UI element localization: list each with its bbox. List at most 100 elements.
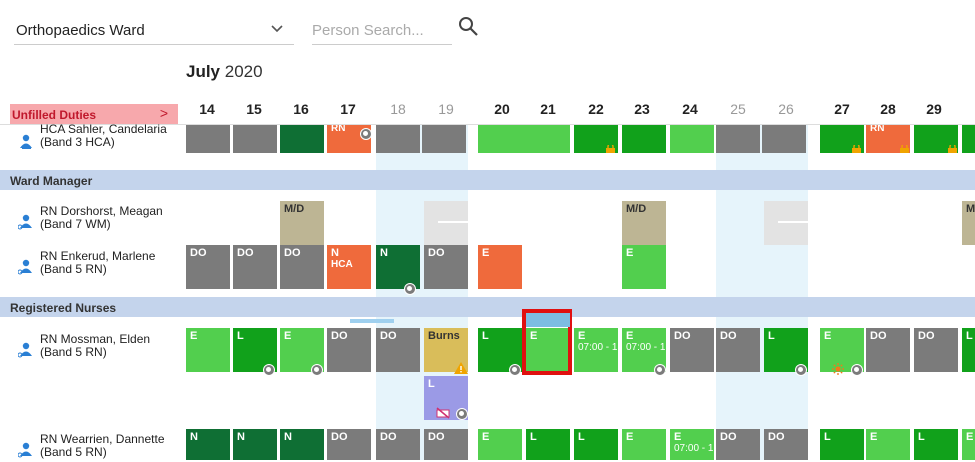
staff-band: (Band 5 RN) [40, 345, 107, 359]
ward-select-value: Orthopaedics Ward [16, 22, 145, 39]
shift-cell[interactable]: N [280, 429, 324, 460]
shift-cell[interactable] [424, 201, 468, 245]
month-year: 2020 [224, 62, 263, 81]
day-number: 22 [588, 101, 604, 117]
shift-cell[interactable]: DO [716, 125, 760, 153]
nurse-icon [17, 213, 34, 231]
shift-cell[interactable]: L [622, 125, 666, 153]
shift-cell[interactable]: DO [670, 328, 714, 372]
shift-cell[interactable]: E [478, 429, 522, 460]
swap-badge-icon [311, 364, 323, 376]
swap-badge-icon [404, 283, 416, 295]
shift-cell[interactable]: DO [233, 245, 277, 289]
shift-cell[interactable]: DO [764, 429, 808, 460]
shift-cell[interactable]: L [914, 429, 958, 460]
lock-icon [606, 143, 615, 153]
section-label: Registered Nurses [10, 301, 117, 315]
shift-row-sahler: DO DO N NRN DO DO E E L L E DO DO L ERN … [0, 125, 975, 153]
search-placeholder: Person Search... [312, 22, 424, 39]
lock-icon [900, 143, 909, 153]
swap-badge-icon [509, 364, 521, 376]
shift-cell[interactable]: DO [422, 125, 466, 153]
shift-cell[interactable]: E [478, 245, 522, 289]
shift-cell[interactable]: M/D [622, 201, 666, 245]
section-registered-nurses: Registered Nurses [0, 297, 975, 317]
chevron-down-icon[interactable] [271, 22, 283, 37]
shift-cell[interactable]: E [866, 429, 910, 460]
day-number: 19 [438, 101, 454, 117]
day-number: 20 [494, 101, 510, 117]
day-number: 17 [340, 101, 356, 117]
person-search-input[interactable]: Person Search... [312, 18, 452, 45]
nurse-icon [17, 258, 34, 276]
shift-cell[interactable]: E 07:00 - 1 [574, 328, 618, 372]
shift-cell[interactable]: L [962, 328, 975, 372]
search-icon[interactable] [458, 16, 480, 38]
day-number: 23 [634, 101, 650, 117]
section-ward-manager: Ward Manager [0, 170, 975, 190]
shift-cell[interactable]: DO [376, 328, 420, 372]
sun-icon [832, 363, 844, 378]
shift-cell[interactable]: N [233, 429, 277, 460]
day-number: 14 [199, 101, 215, 117]
shift-cell[interactable]: DO [424, 429, 468, 460]
shift-cell[interactable]: E [962, 429, 975, 460]
swap-badge-icon [263, 364, 275, 376]
ward-select[interactable]: Orthopaedics Ward [14, 18, 294, 45]
swap-badge-icon [851, 364, 863, 376]
shift-cell[interactable]: M [962, 201, 975, 245]
shift-cell[interactable]: L [526, 429, 570, 460]
shift-cell[interactable]: L [574, 429, 618, 460]
shift-cell[interactable]: N [280, 125, 324, 153]
cover-marker [350, 319, 394, 323]
shift-cell[interactable]: E [962, 125, 975, 153]
swap-badge-icon [795, 364, 807, 376]
month-name: July [186, 62, 221, 81]
shift-cell[interactable] [764, 201, 808, 245]
selected-cell-cap [526, 313, 570, 327]
day-number: 16 [293, 101, 309, 117]
shift-cell[interactable]: DO [186, 245, 230, 289]
shift-cell[interactable]: N [376, 245, 420, 289]
warning-icon [454, 362, 468, 377]
day-number: 15 [246, 101, 262, 117]
day-number: 18 [390, 101, 406, 117]
day-number: 26 [778, 101, 794, 117]
unfilled-duties-label: Unfilled Duties [12, 108, 97, 122]
day-number: 28 [880, 101, 896, 117]
shift-cell[interactable]: DO [327, 328, 371, 372]
shift-cell[interactable]: M/D [280, 201, 324, 245]
swap-badge-icon [360, 128, 372, 140]
shift-cell[interactable]: DO [376, 429, 420, 460]
shift-cell[interactable]: DO [762, 125, 806, 153]
shift-cell[interactable]: N [186, 429, 230, 460]
shift-cell[interactable]: DO [914, 328, 958, 372]
swap-badge-icon [654, 364, 666, 376]
shift-cell[interactable]: E [670, 125, 714, 153]
no-transport-icon [436, 407, 450, 422]
shift-cell[interactable]: DO [327, 429, 371, 460]
shift-cell[interactable]: DO [716, 328, 760, 372]
shift-cell[interactable]: E [622, 245, 666, 289]
shift-cell[interactable]: DO [186, 125, 230, 153]
shift-cell[interactable]: DO [424, 245, 468, 289]
staff-band: (Band 5 RN) [40, 262, 107, 276]
day-number: 29 [926, 101, 942, 117]
shift-cell[interactable]: DO [376, 125, 420, 153]
shift-cell[interactable]: E [186, 328, 230, 372]
shift-cell[interactable]: E 07:00 - 1 [670, 429, 714, 460]
nurse-icon [17, 341, 34, 359]
shift-cell[interactable]: E [622, 429, 666, 460]
shift-cell[interactable]: DO [866, 328, 910, 372]
month-title: July 2020 [186, 62, 263, 82]
shift-cell[interactable]: N HCA [327, 245, 371, 289]
shift-cell[interactable]: L [820, 429, 864, 460]
day-number: 25 [730, 101, 746, 117]
staff-band: (Band 5 RN) [40, 445, 107, 459]
shift-cell[interactable]: E [526, 125, 570, 153]
section-label: Ward Manager [10, 174, 93, 188]
shift-cell[interactable]: DO [716, 429, 760, 460]
shift-cell[interactable]: DO [233, 125, 277, 153]
swap-badge-icon [456, 408, 468, 420]
shift-cell[interactable]: DO [280, 245, 324, 289]
